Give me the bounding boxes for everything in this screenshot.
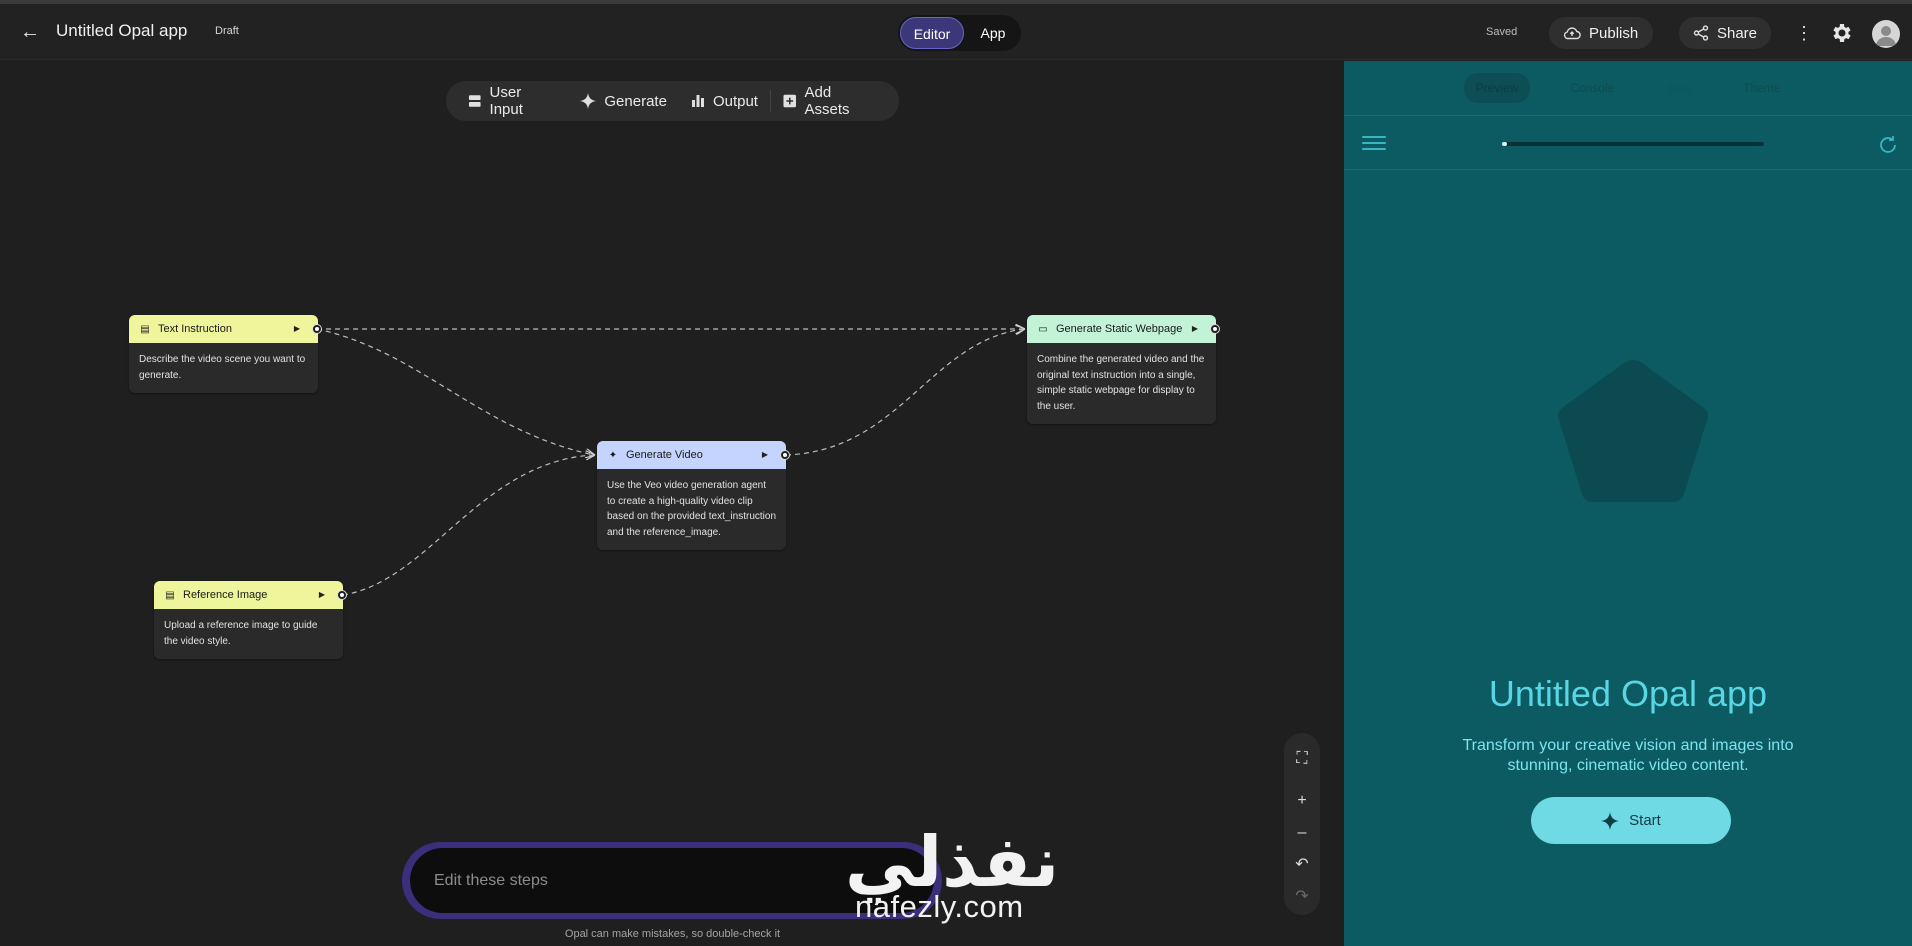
- tab-preview[interactable]: Preview: [1463, 73, 1531, 103]
- output-tool[interactable]: Output: [679, 81, 770, 121]
- publish-label: Publish: [1589, 24, 1639, 42]
- sparkle-icon: [1601, 811, 1620, 830]
- node-title: Generate Static Webpage: [1056, 323, 1183, 335]
- add-assets-tool[interactable]: Add Assets: [771, 81, 889, 121]
- zoom-in-icon[interactable]: +: [1288, 785, 1316, 817]
- app-header: ← Untitled Opal app Draft Editor App Sav…: [0, 4, 1912, 60]
- play-icon[interactable]: ▶: [294, 324, 300, 333]
- node-title: Text Instruction: [158, 323, 232, 335]
- share-label: Share: [1716, 24, 1757, 42]
- share-icon: [1693, 25, 1709, 41]
- sparkle-icon: [580, 93, 597, 109]
- output-chart-icon: [691, 95, 704, 107]
- more-options-icon[interactable]: ⋮: [1795, 21, 1813, 45]
- add-box-icon: [783, 94, 796, 108]
- gear-icon[interactable]: [1829, 21, 1853, 45]
- zoom-controls: ⛶ + – ↶ ↷: [1284, 733, 1320, 915]
- tab-theme[interactable]: Theme: [1731, 73, 1792, 103]
- mode-toggle: Editor App: [898, 15, 1021, 51]
- redo-icon[interactable]: ↷: [1288, 881, 1316, 913]
- app-title[interactable]: Untitled Opal app: [56, 21, 187, 41]
- watermark-text: nafezly.com: [855, 889, 1024, 924]
- user-avatar-icon: [1876, 26, 1896, 46]
- add-assets-label: Add Assets: [804, 84, 850, 118]
- undo-icon[interactable]: ↶: [1288, 849, 1316, 881]
- tab-step[interactable]: Step: [1654, 73, 1703, 103]
- edge-text-to-video: [316, 328, 594, 455]
- disclaimer-text: Opal can make mistakes, so double-check …: [564, 928, 781, 940]
- app-logo-pentagon: [1558, 360, 1708, 502]
- output-port[interactable]: [313, 325, 321, 333]
- start-label: Start: [1629, 812, 1661, 829]
- node-description: Use the Veo video generation agent to cr…: [607, 480, 776, 538]
- node-title: Generate Video: [626, 449, 703, 461]
- node-header: ▭ Generate Static Webpage ▶: [1027, 315, 1216, 343]
- zoom-out-icon[interactable]: –: [1288, 817, 1316, 849]
- user-input-icon: [468, 95, 481, 107]
- preview-app-title: Untitled Opal app: [1488, 673, 1768, 714]
- webpage-icon: ▭: [1038, 323, 1048, 335]
- fit-view-icon[interactable]: ⛶: [1288, 743, 1316, 775]
- app-mode-button[interactable]: App: [968, 17, 1018, 49]
- edit-steps-input[interactable]: [434, 871, 854, 890]
- node-title: Reference Image: [183, 589, 268, 601]
- tab-console[interactable]: Console: [1558, 73, 1626, 103]
- node-description: Describe the video scene you want to gen…: [139, 354, 306, 381]
- sparkle-generate-icon: ✦: [608, 449, 618, 461]
- edge-video-to-webpage: [785, 329, 1024, 456]
- share-button[interactable]: Share: [1679, 17, 1771, 49]
- node-header: ✦ Generate Video ▶: [597, 441, 786, 469]
- saved-status: Saved: [1486, 26, 1518, 38]
- editor-mode-button[interactable]: Editor: [900, 17, 964, 49]
- node-description: Upload a reference image to guide the vi…: [164, 620, 318, 647]
- node-header: ▤ Text Instruction ▶: [129, 315, 318, 343]
- node-description: Combine the generated video and the orig…: [1037, 354, 1205, 412]
- preview-panel: Preview Console Step Theme Untitled Opal…: [1344, 61, 1912, 946]
- play-icon[interactable]: ▶: [1192, 324, 1198, 333]
- node-reference-image[interactable]: ▤ Reference Image ▶ Upload a reference i…: [154, 581, 346, 659]
- generate-label: Generate: [604, 92, 667, 110]
- user-input-label: User Input: [489, 84, 523, 118]
- node-generate-video[interactable]: ✦ Generate Video ▶ Use the Veo video gen…: [597, 441, 789, 550]
- start-button[interactable]: Start: [1531, 797, 1731, 844]
- output-label: Output: [712, 92, 758, 110]
- menu-icon[interactable]: [1362, 132, 1386, 152]
- preview-app-subtitle: Transform your creative vision and image…: [1462, 737, 1794, 774]
- step-toolbar: User Input Generate Output Add Assets: [446, 81, 899, 121]
- progress-bar: [1502, 142, 1764, 146]
- publish-button[interactable]: Publish: [1549, 17, 1653, 49]
- input-node-icon: ▤: [165, 589, 175, 601]
- output-port[interactable]: [781, 451, 789, 459]
- preview-tabs: Preview Console Step Theme: [1344, 61, 1912, 116]
- output-port[interactable]: [1211, 325, 1219, 333]
- node-generate-webpage[interactable]: ▭ Generate Static Webpage ▶ Combine the …: [1027, 315, 1219, 424]
- output-port[interactable]: [338, 591, 346, 599]
- cloud-upload-icon: [1563, 27, 1581, 40]
- preview-toolbar: [1344, 116, 1912, 170]
- input-node-icon: ▤: [140, 323, 150, 335]
- edge-image-to-video: [342, 455, 594, 596]
- back-arrow-icon[interactable]: ←: [18, 20, 42, 44]
- node-header: ▤ Reference Image ▶: [154, 581, 343, 609]
- editor-canvas[interactable]: User Input Generate Output Add Assets ▤ …: [0, 61, 1344, 946]
- avatar[interactable]: [1872, 20, 1900, 48]
- refresh-icon[interactable]: [1876, 133, 1900, 157]
- draft-badge: Draft: [215, 25, 239, 37]
- user-input-tool[interactable]: User Input: [456, 81, 568, 121]
- generate-tool[interactable]: Generate: [568, 81, 679, 121]
- node-text-instruction[interactable]: ▤ Text Instruction ▶ Describe the video …: [129, 315, 321, 393]
- play-icon[interactable]: ▶: [319, 590, 325, 599]
- progress-fill: [1502, 142, 1508, 146]
- play-icon[interactable]: ▶: [762, 450, 768, 459]
